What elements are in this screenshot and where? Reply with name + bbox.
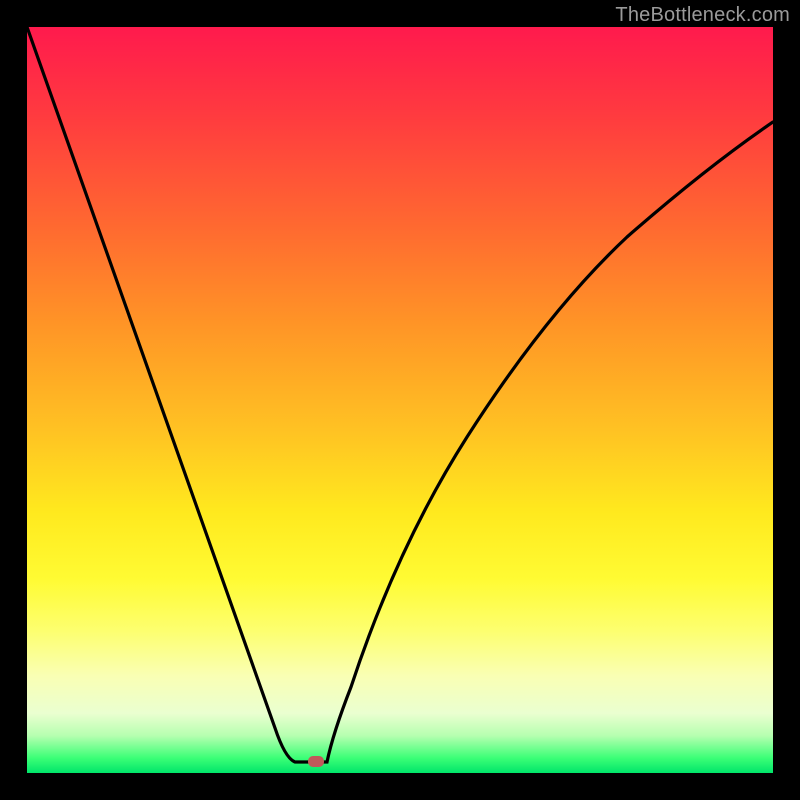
optimum-marker	[308, 756, 324, 767]
attribution-text: TheBottleneck.com	[615, 4, 790, 27]
plot-area	[27, 27, 773, 773]
curve-path	[27, 27, 773, 762]
bottleneck-curve	[27, 27, 773, 773]
chart-frame: TheBottleneck.com	[0, 0, 800, 800]
